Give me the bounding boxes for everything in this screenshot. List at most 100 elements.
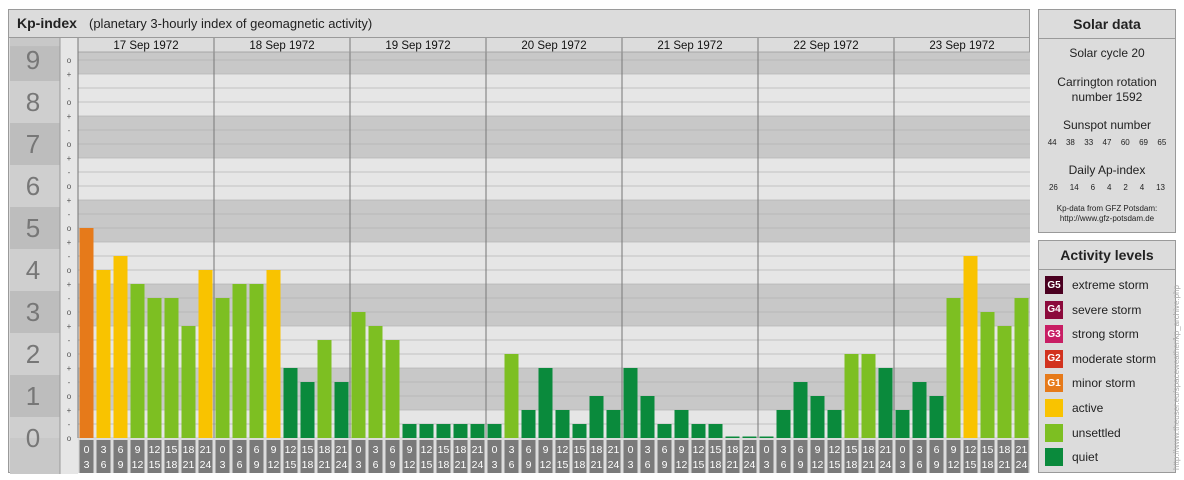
kp-bar [453,424,468,438]
kp-bar [130,283,145,438]
watermark: http://www.theuser.eu/spaceweather/kp_ar… [1172,285,1181,470]
hour-end-label: 18 [166,459,178,471]
hour-end-label: 18 [710,459,722,471]
y-tick-label: 7 [26,129,40,159]
hour-end-label: 15 [965,459,977,471]
hour-end-label: 6 [917,459,923,471]
kp-bar [266,270,281,438]
legend-label: severe storm [1072,302,1142,317]
kp-bar [725,436,740,438]
hour-end-label: 21 [863,459,875,471]
minor-tick-label: + [67,322,72,331]
kp-bar [606,409,621,438]
kp-bar [861,354,876,438]
ap-value: 13 [1156,183,1166,192]
hour-end-label: 24 [1016,459,1028,471]
hour-end-label: 24 [880,459,892,471]
kp-bar [997,325,1012,438]
sunspot-value: 47 [1102,138,1112,147]
hour-start-label: 9 [135,444,141,456]
legend-swatch: G3 [1045,325,1063,344]
minor-tick-label: - [68,126,71,135]
kp-bar [555,409,570,438]
hour-start-label: 6 [526,444,532,456]
hour-start-label: 12 [421,444,433,456]
day-label: 19 Sep 1972 [385,40,450,52]
legend-swatch: G2 [1045,349,1063,368]
minor-tick-label: o [67,434,72,443]
legend-label: strong storm [1072,327,1139,342]
hour-start-label: 21 [336,444,348,456]
hour-end-label: 21 [319,459,331,471]
hour-start-label: 15 [438,444,450,456]
kp-bar [164,298,179,438]
minor-tick-label: - [68,420,71,429]
credit-line1: Kp-data from GFZ Potsdam: [1056,204,1158,213]
minor-tick-label: - [68,252,71,261]
kp-band [78,157,1030,200]
hour-end-label: 15 [693,459,705,471]
hour-start-label: 9 [543,444,549,456]
hour-end-label: 24 [472,459,484,471]
hour-start-label: 9 [951,444,957,456]
hour-start-label: 12 [829,444,841,456]
hour-end-label: 6 [645,459,651,471]
hour-end-label: 3 [628,459,634,471]
legend-item: G1 minor storm [1045,374,1135,393]
hour-start-label: 3 [917,444,923,456]
credit-url[interactable]: http://www.gfz-potsdam.de [1039,214,1175,224]
kp-bar [742,436,757,438]
hour-end-label: 6 [101,459,107,471]
hour-end-label: 6 [237,459,243,471]
hour-start-label: 12 [693,444,705,456]
legend-item: active [1045,399,1103,417]
kp-bar [912,382,927,438]
minor-tick-label: + [67,154,72,163]
hour-start-label: 0 [84,444,90,456]
minor-tick-label: - [68,210,71,219]
legend-item: quiet [1045,448,1099,467]
kp-bar [419,424,434,438]
kp-bar [827,409,842,438]
kp-bar [402,424,417,438]
hour-end-label: 3 [220,459,226,471]
kp-bar [895,409,910,438]
carrington-line1: Carrington rotation [1057,75,1157,89]
legend-item: G2 moderate storm [1045,349,1156,368]
kp-bar [487,424,502,438]
kp-bar [674,409,689,438]
hour-start-label: 21 [744,444,756,456]
hour-start-label: 15 [710,444,722,456]
ap-value: 4 [1106,183,1112,192]
hour-start-label: 12 [557,444,569,456]
kp-bar [691,424,706,438]
kp-bar [963,256,978,438]
minor-tick-label: o [67,308,72,317]
legend-label: quiet [1072,450,1099,465]
kp-band [78,115,1030,158]
solar-data-panel: Solar data Solar cycle 20 Carrington rot… [1038,9,1176,233]
hour-end-label: 9 [254,459,260,471]
hour-end-label: 15 [829,459,841,471]
hour-end-label: 12 [812,459,824,471]
legend-item: G3 strong storm [1045,325,1139,344]
ap-label: Daily Ap-index [1068,163,1146,177]
day-label: 21 Sep 1972 [657,40,722,52]
minor-tick-label: - [68,294,71,303]
legend-swatch: G4 [1045,300,1063,319]
hour-start-label: 18 [319,444,331,456]
hour-end-label: 21 [183,459,195,471]
hour-start-label: 3 [509,444,515,456]
hour-start-label: 6 [118,444,124,456]
hour-start-label: 9 [815,444,821,456]
hour-start-label: 12 [149,444,161,456]
kp-bar [79,228,94,438]
minor-tick-label: + [67,364,72,373]
hour-end-label: 3 [492,459,498,471]
legend-label: active [1072,401,1104,415]
kp-bar [640,396,655,438]
ap-value: 26 [1048,183,1058,192]
hour-start-label: 9 [271,444,277,456]
hour-start-label: 18 [863,444,875,456]
hour-start-label: 21 [472,444,484,456]
